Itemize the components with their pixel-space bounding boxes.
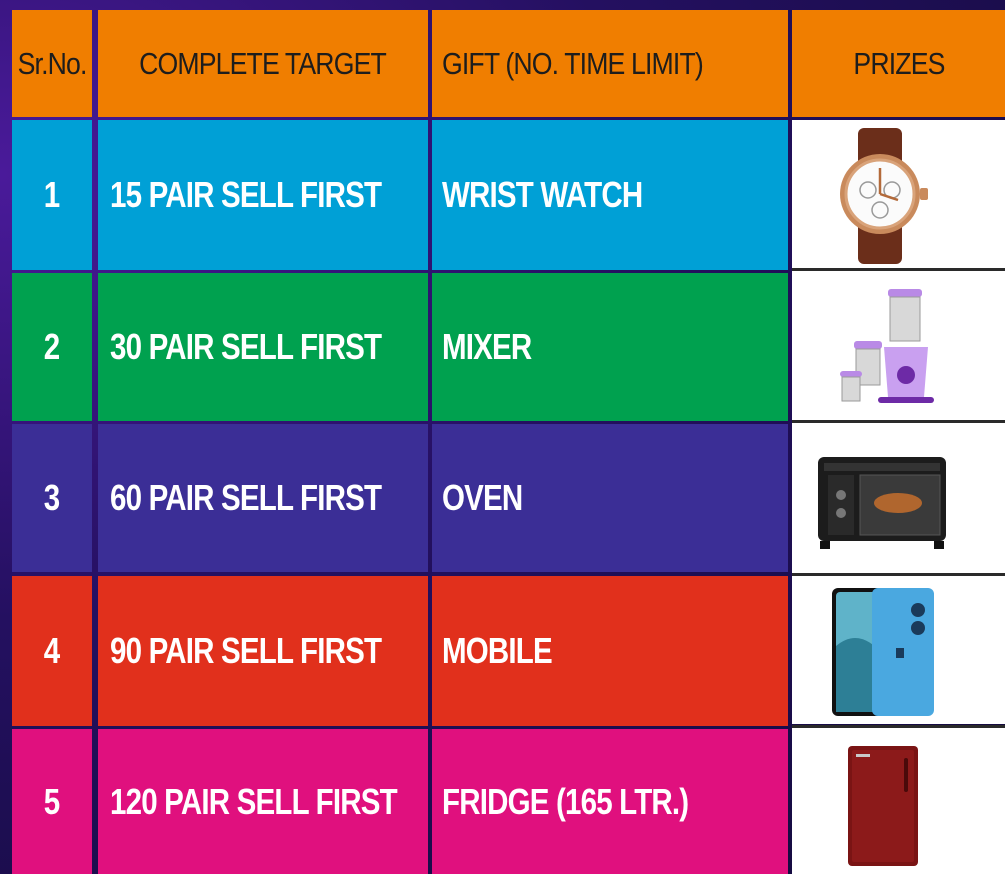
row-1-prize (792, 120, 1005, 268)
row-2-prize (792, 271, 1005, 421)
row-5-prize (792, 728, 1005, 874)
row-divider (792, 420, 1005, 423)
row-3-prize (792, 423, 1005, 573)
row-1-gift: WRIST WATCH (432, 120, 788, 270)
row-2-srno: 2 (12, 273, 92, 421)
fridge-icon (848, 746, 918, 866)
oven-icon (818, 457, 946, 549)
row-divider (792, 725, 1005, 728)
row-4-srno: 4 (12, 576, 92, 726)
row-3-gift: OVEN (432, 424, 788, 572)
row-1-target: 15 PAIR SELL FIRST (98, 120, 428, 270)
header-srno: Sr.No. (12, 10, 92, 117)
header-complete-target: COMPLETE TARGET (98, 10, 428, 117)
row-2-gift: MIXER (432, 273, 788, 421)
mobile-phone-icon (832, 588, 934, 716)
header-gift: GIFT (NO. TIME LIMIT) (432, 10, 788, 117)
row-4-prize (792, 576, 1005, 724)
row-3-srno: 3 (12, 424, 92, 572)
header-prizes: PRIZES (792, 10, 1005, 117)
mixer-grinder-icon (840, 289, 934, 403)
row-5-target: 120 PAIR SELL FIRST (98, 729, 428, 874)
row-3-target: 60 PAIR SELL FIRST (98, 424, 428, 572)
row-4-gift: MOBILE (432, 576, 788, 726)
row-divider (792, 573, 1005, 576)
row-5-srno: 5 (12, 729, 92, 874)
row-5-gift: FRIDGE (165 LTR.) (432, 729, 788, 874)
row-2-target: 30 PAIR SELL FIRST (98, 273, 428, 421)
row-1-srno: 1 (12, 120, 92, 270)
row-divider (792, 268, 1005, 271)
prize-table: Sr.No. COMPLETE TARGET GIFT (NO. TIME LI… (0, 0, 1005, 874)
row-4-target: 90 PAIR SELL FIRST (98, 576, 428, 726)
wrist-watch-icon (840, 128, 928, 264)
